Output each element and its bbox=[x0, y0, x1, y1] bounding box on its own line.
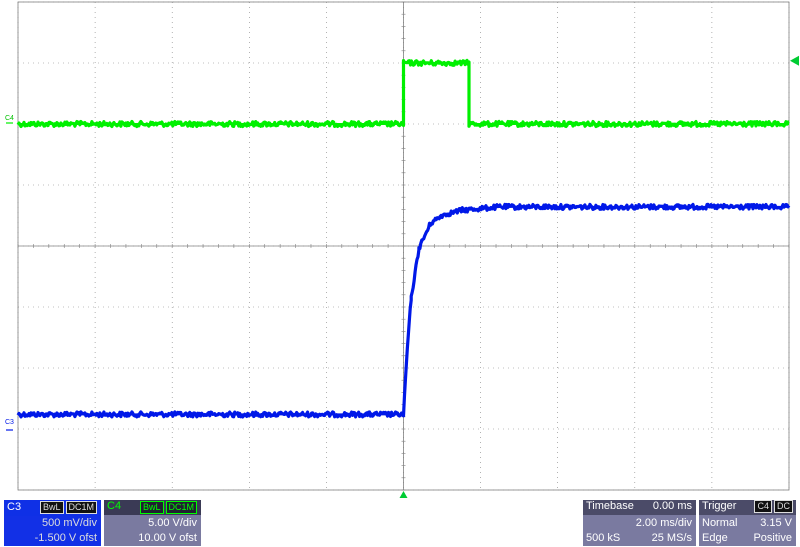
c3-ground-marker[interactable]: C3 bbox=[5, 419, 14, 426]
c3-scale-row: 500 mV/div bbox=[4, 516, 101, 531]
c3-bw-badge: BwL bbox=[40, 501, 64, 514]
trigger-type: Edge bbox=[702, 532, 728, 544]
trigger-title: Trigger bbox=[702, 500, 737, 512]
trigger-type-row: Edge Positive bbox=[699, 531, 796, 546]
timebase-scale-row: 2.00 ms/div bbox=[583, 516, 696, 531]
trigger-source-badge: C4 bbox=[754, 500, 772, 513]
timebase-samples: 500 kS bbox=[586, 532, 621, 544]
timebase-rate: 25 MS/s bbox=[651, 532, 692, 544]
c4-coupling-badge: DC1M bbox=[165, 501, 198, 514]
timebase-header: Timebase 0.00 ms bbox=[583, 500, 696, 515]
timebase-delay: 0.00 ms bbox=[652, 500, 692, 512]
timebase-panel[interactable]: Timebase 0.00 ms 2.00 ms/div 500 kS 25 M… bbox=[583, 500, 696, 546]
trace-c4-core bbox=[18, 62, 789, 125]
trigger-level: 3.15 V bbox=[760, 517, 792, 529]
c4-scale: 5.00 V/div bbox=[148, 517, 197, 529]
c3-scale: 500 mV/div bbox=[41, 517, 97, 529]
c4-ground-marker[interactable]: C4 bbox=[5, 115, 14, 122]
c3-panel-header: C3 BwL DC1M bbox=[4, 500, 101, 515]
c4-name: C4 bbox=[107, 500, 122, 512]
trigger-coupling-badge: DC bbox=[774, 500, 793, 513]
c4-bw-badge: BwL bbox=[140, 501, 164, 514]
c3-offset: -1.500 V ofst bbox=[34, 532, 97, 544]
c3-name: C3 bbox=[7, 501, 22, 513]
trigger-slope: Positive bbox=[753, 532, 792, 544]
c4-scale-row: 5.00 V/div bbox=[104, 516, 201, 531]
c4-panel-header: C4 BwL DC1M bbox=[104, 500, 201, 515]
trigger-time-marker bbox=[399, 491, 408, 498]
trigger-header: Trigger C4 DC bbox=[699, 500, 796, 515]
trigger-level-marker bbox=[790, 55, 799, 66]
trigger-mode-row: Normal 3.15 V bbox=[699, 516, 796, 531]
timebase-acq-row: 500 kS 25 MS/s bbox=[583, 531, 696, 546]
timebase-scale: 2.00 ms/div bbox=[635, 517, 692, 529]
c4-channel-panel[interactable]: C4 BwL DC1M 5.00 V/div 10.00 V ofst bbox=[104, 500, 201, 546]
c3-coupling-badge: DC1M bbox=[65, 501, 98, 514]
c3-channel-panel[interactable]: C3 BwL DC1M 500 mV/div -1.500 V ofst bbox=[4, 500, 101, 546]
c3-offset-row: -1.500 V ofst bbox=[4, 531, 101, 546]
trigger-panel[interactable]: Trigger C4 DC Normal 3.15 V Edge Positive bbox=[699, 500, 796, 546]
c4-offset-row: 10.00 V ofst bbox=[104, 531, 201, 546]
scope-screen: C4 C3 bbox=[5, 1, 799, 498]
trigger-mode: Normal bbox=[702, 517, 738, 529]
c4-offset: 10.00 V ofst bbox=[138, 532, 197, 544]
timebase-title: Timebase bbox=[586, 500, 634, 512]
